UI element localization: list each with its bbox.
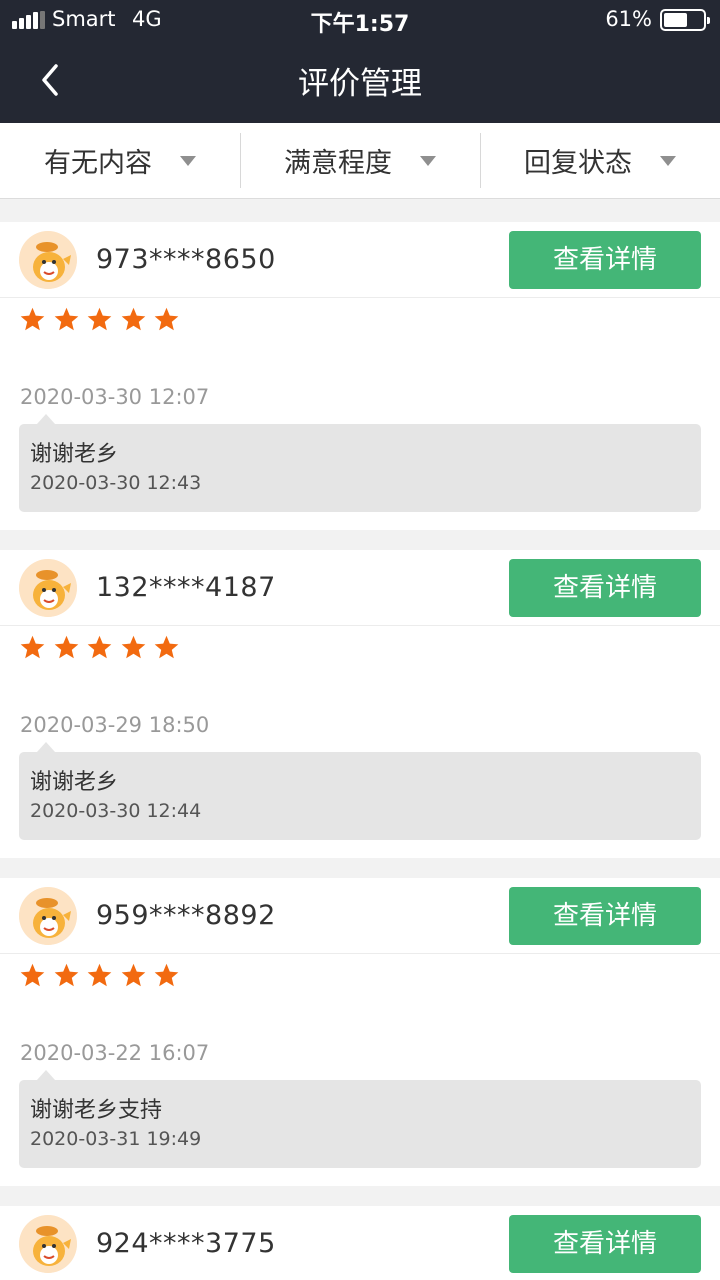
reply-box: 谢谢老乡 2020-03-30 12:43 xyxy=(19,414,701,512)
review-card-header: 973****8650 查看详情 xyxy=(0,222,720,298)
reply-text: 谢谢老乡 xyxy=(30,442,119,467)
star-icon xyxy=(20,307,45,331)
filter-satisfaction[interactable]: 满意程度 xyxy=(240,123,480,198)
filter-bar: 有无内容 满意程度 回复状态 xyxy=(0,123,720,199)
caret-down-icon xyxy=(660,155,676,166)
filter-label: 回复状态 xyxy=(524,148,632,179)
review-card-header: 132****4187 查看详情 xyxy=(0,550,720,626)
battery-icon xyxy=(660,9,710,31)
view-details-button[interactable]: 查看详情 xyxy=(509,887,701,945)
user-phone: 973****8650 xyxy=(96,244,276,275)
avatar xyxy=(19,559,77,617)
nav-bar: 评价管理 xyxy=(0,40,720,123)
reply-box: 谢谢老乡支持 2020-03-31 19:49 xyxy=(19,1070,701,1168)
avatar xyxy=(19,1215,77,1273)
star-icon xyxy=(54,635,78,659)
rating-stars xyxy=(19,962,187,990)
rating-stars xyxy=(19,306,187,334)
star-icon xyxy=(20,635,45,659)
reply-text: 谢谢老乡支持 xyxy=(30,1098,163,1123)
star-icon xyxy=(121,963,145,987)
star-icon xyxy=(20,963,45,987)
star-icon xyxy=(121,307,145,331)
star-icon xyxy=(154,963,179,987)
battery-fill xyxy=(664,13,687,27)
reply-time: 2020-03-30 12:44 xyxy=(30,800,202,822)
user-phone: 132****4187 xyxy=(96,572,276,603)
review-time: 2020-03-29 18:50 xyxy=(20,713,210,737)
review-card: 132****4187 查看详情 2020-03-29 18:50 谢谢老乡 2… xyxy=(0,550,720,858)
star-icon xyxy=(54,307,78,331)
review-card: 924****3775 查看详情 xyxy=(0,1206,720,1280)
view-details-button[interactable]: 查看详情 xyxy=(509,559,701,617)
filter-label: 满意程度 xyxy=(284,148,392,179)
reply-time: 2020-03-31 19:49 xyxy=(30,1128,202,1150)
page-title: 评价管理 xyxy=(298,66,422,102)
avatar xyxy=(19,231,77,289)
user-phone: 924****3775 xyxy=(96,1228,276,1259)
status-bar: Smart 4G 下午1:57 61% xyxy=(0,0,720,40)
review-card-header: 959****8892 查看详情 xyxy=(0,878,720,954)
star-icon xyxy=(87,635,112,659)
star-icon xyxy=(54,963,78,987)
view-details-button[interactable]: 查看详情 xyxy=(509,231,701,289)
star-icon xyxy=(87,307,112,331)
star-icon xyxy=(154,635,179,659)
view-details-button[interactable]: 查看详情 xyxy=(509,1215,701,1273)
battery-percent: 61% xyxy=(605,7,652,31)
avatar xyxy=(19,887,77,945)
review-card: 973****8650 查看详情 2020-03-30 12:07 谢谢老乡 2… xyxy=(0,222,720,530)
star-icon xyxy=(121,635,145,659)
filter-label: 有无内容 xyxy=(44,148,152,179)
app-header: Smart 4G 下午1:57 61% 评价管理 xyxy=(0,0,720,123)
reply-box: 谢谢老乡 2020-03-30 12:44 xyxy=(19,742,701,840)
rating-stars xyxy=(19,634,187,662)
review-time: 2020-03-30 12:07 xyxy=(20,385,210,409)
caret-down-icon xyxy=(180,155,196,166)
filter-content[interactable]: 有无内容 xyxy=(0,123,240,198)
caret-down-icon xyxy=(420,155,436,166)
review-card-header: 924****3775 查看详情 xyxy=(0,1206,720,1280)
reply-time: 2020-03-30 12:43 xyxy=(30,472,202,494)
review-card: 959****8892 查看详情 2020-03-22 16:07 谢谢老乡支持… xyxy=(0,878,720,1186)
star-icon xyxy=(87,963,112,987)
filter-reply-status[interactable]: 回复状态 xyxy=(480,123,720,198)
review-time: 2020-03-22 16:07 xyxy=(20,1041,210,1065)
user-phone: 959****8892 xyxy=(96,900,276,931)
star-icon xyxy=(154,307,179,331)
reply-text: 谢谢老乡 xyxy=(30,770,119,795)
